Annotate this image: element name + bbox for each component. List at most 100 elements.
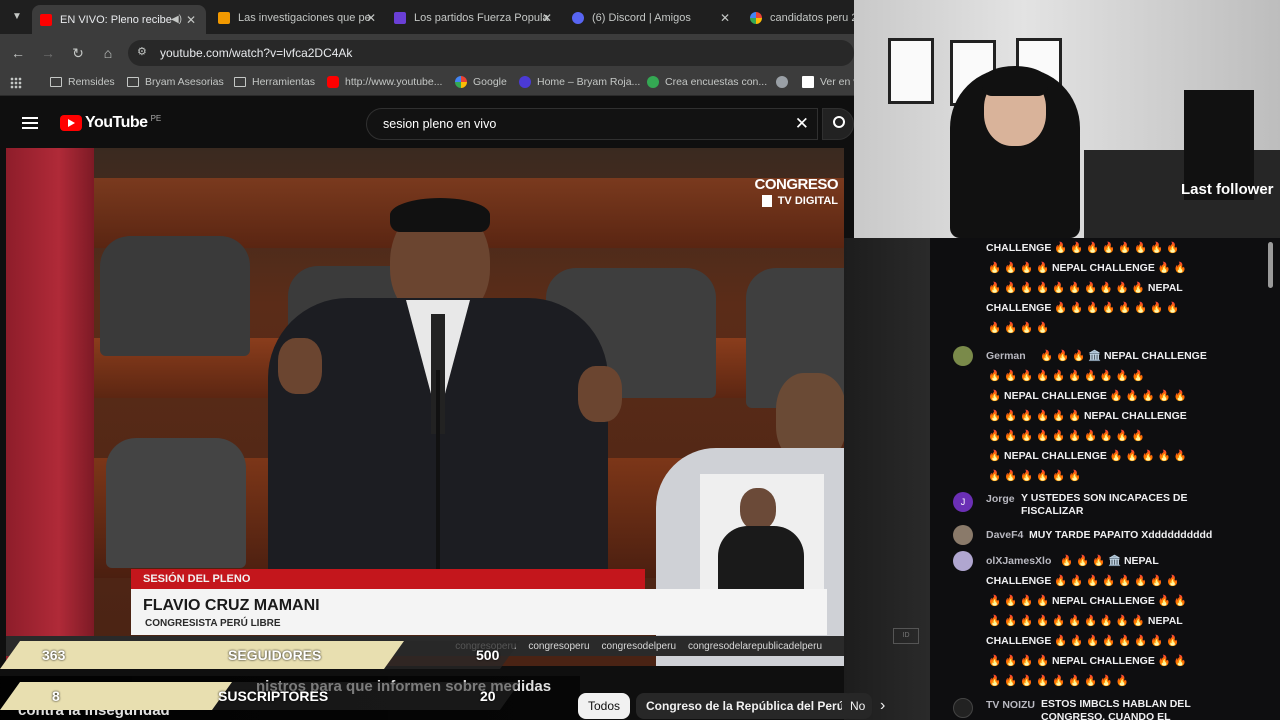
avatar [953,525,973,545]
discord-favicon-icon [572,12,584,24]
tab-discord[interactable]: (6) Discord | Amigos ✕ [572,6,730,30]
subs-goal: 20 [480,688,496,704]
close-tab-icon[interactable]: ✕ [366,11,376,25]
tab-label: (6) Discord | Amigos [592,12,691,24]
apps-grid-icon[interactable] [10,77,22,89]
tab-label: Los partidos Fuerza Popula [414,12,549,24]
chat-line: 🔥 🔥 🔥 🔥 🔥 🔥 🔥 🔥 🔥 🔥 [988,430,1145,442]
chat-line: 🔥 🔥 🔥 🔥 🔥 🔥 [988,470,1082,482]
bookmark-link[interactable]: Google [455,76,507,88]
chat-username[interactable]: German [986,346,1026,366]
bookmark-link[interactable]: Crea encuestas con... [647,76,767,88]
chat-line: 🔥 🔥 🔥 🔥 🔥 🔥 🔥 🔥 🔥 🔥 NEPAL [988,282,1183,294]
lower-third-tag: SESIÓN DEL PLENO [131,569,645,589]
chair [100,236,250,356]
bookmark-link[interactable]: Home – Bryam Roja... [519,76,640,88]
subs-label: SUSCRIPTORES [218,688,329,704]
tab-label: EN VIVO: Pleno recibe [60,13,172,26]
speaker-icon[interactable]: ◀) [171,14,182,25]
clear-search-icon[interactable]: ✕ [795,114,809,134]
chat-line: 🔥 🔥 🔥 🔥 [988,322,1050,334]
google-favicon-icon [750,12,762,24]
speaker-hand-right [578,366,622,422]
tab-label: Las investigaciones que pe [238,12,371,24]
tab-youtube-live[interactable]: EN VIVO: Pleno recibe ◀) ✕ [32,5,206,34]
chat-line: 🔥 🔥 🔥 🏛️ NEPAL [1060,555,1159,567]
bookmark-link[interactable]: http://www.youtube... [327,76,442,88]
chair [106,438,246,568]
forward-arrow-icon[interactable]: → [39,44,57,62]
site-info-icon[interactable]: ⚙ [137,45,147,58]
chip-congreso[interactable]: Congreso de la República del Perú [636,693,855,719]
chat-username[interactable]: TV NOIZU [986,698,1035,712]
youtube-favicon-icon [327,76,339,88]
subs-count: 8 [52,688,60,704]
youtube-play-icon [60,115,82,131]
followers-count: 363 [42,647,66,663]
chat-username[interactable]: olXJamesXlo [986,551,1051,571]
chat-line: 🔥 🔥 🔥 🔥 NEPAL CHALLENGE 🔥 🔥 [988,262,1187,274]
subs-goal-bar: 8 SUSCRIPTORES 20 [0,682,520,710]
reload-icon[interactable]: ↻ [69,44,87,62]
chat-line: CHALLENGE 🔥 🔥 🔥 🔥 🔥 🔥 🔥 🔥 [986,302,1180,314]
chat-line: CHALLENGE 🔥 🔥 🔥 🔥 🔥 🔥 🔥 🔥 [986,242,1180,254]
chat-line: 🔥 NEPAL CHALLENGE 🔥 🔥 🔥 🔥 🔥 [988,450,1187,462]
chat-scrollbar[interactable] [1268,242,1273,288]
webcam-overlay: Last follower [854,0,1280,238]
chip-more[interactable]: No [842,693,872,719]
close-tab-icon[interactable]: ✕ [720,11,730,25]
close-tab-icon[interactable]: ✕ [186,13,196,27]
youtube-logo[interactable]: YouTube PE [60,114,161,132]
chat-line: 🔥 🔥 🔥 🔥 🔥 🔥 🔥 🔥 🔥 [988,675,1130,687]
bookmark-folder[interactable]: Herramientas [234,76,315,88]
tab-partidos[interactable]: Los partidos Fuerza Popula ✕ [394,6,552,30]
forms-favicon-icon [647,76,659,88]
close-tab-icon[interactable]: ✕ [542,11,552,25]
red-side-panel [6,148,94,666]
speaker-role: CONGRESISTA PERÚ LIBRE [145,618,281,629]
followers-goal-bar: 363 SEGUIDORES 500 [0,641,520,669]
tab-list-dropdown[interactable]: ▼ [8,8,26,26]
folder-icon [234,77,246,87]
chat-username[interactable]: DaveF4 [986,525,1023,545]
chat-line: 🔥 🔥 🔥 🔥 🔥 🔥 🔥 🔥 🔥 🔥 [988,370,1145,382]
chat-panel[interactable]: CHALLENGE 🔥 🔥 🔥 🔥 🔥 🔥 🔥 🔥 🔥 🔥 🔥 🔥 NEPAL … [930,238,1280,720]
chat-line: 🔥 🔥 🔥 🔥 🔥 🔥 🔥 🔥 🔥 🔥 NEPAL [988,615,1183,627]
home-icon[interactable]: ⌂ [99,44,117,62]
bookmark-folder[interactable]: Bryam Asesorias [127,76,224,88]
site-favicon-icon [218,12,230,24]
hamburger-menu-icon[interactable] [22,117,38,129]
chevron-right-icon[interactable]: › [880,697,885,715]
avatar [953,346,973,366]
chat-line: 🔥 NEPAL CHALLENGE 🔥 🔥 🔥 🔥 🔥 [988,390,1187,402]
search-input[interactable]: sesion pleno en vivo ✕ [366,108,818,140]
watermark-icon: ID [893,628,919,644]
page-gutter [844,238,930,720]
subs-goal-fill [0,682,232,710]
chat-line: Y USTEDES SON INCAPACES DE FISCALIZAR [1021,492,1188,517]
chip-todos[interactable]: Todos [578,693,631,719]
site-favicon-icon [394,12,406,24]
microphone [436,370,440,570]
chat-line: MUY TARDE PAPAITO Xdddddddddd [1029,529,1213,541]
speaker-hair [390,198,490,232]
chat-line: 🔥 🔥 🔥 🔥 🔥 🔥 NEPAL CHALLENGE [988,410,1187,422]
url-text[interactable]: youtube.com/watch?v=lvfca2DC4Ak [160,46,352,60]
chat-line: 🔥 🔥 🔥 🏛️ NEPAL CHALLENGE [1040,350,1207,362]
search-button[interactable] [822,108,854,140]
followers-label: SEGUIDORES [228,647,322,663]
tab-google-search[interactable]: candidatos peru 20 [750,6,854,30]
video-player[interactable]: CONGRESO TV DIGITAL SESIÓN DEL PLENO FLA… [6,148,844,666]
folder-icon [50,77,62,87]
bookmark-folder[interactable]: Remsides [50,76,115,88]
last-follower-label: Last follower [1181,181,1274,198]
back-arrow-icon[interactable]: ← [9,44,27,62]
chat-line: 🔥 🔥 🔥 🔥 NEPAL CHALLENGE 🔥 🔥 [988,655,1187,667]
bookmark-link[interactable]: Ver en v [776,76,859,88]
speaker-name: FLAVIO CRUZ MAMANI [143,597,320,614]
avatar [953,698,973,718]
folder-icon [127,77,139,87]
chat-username[interactable]: Jorge [986,492,1015,506]
lower-third-name-box: FLAVIO CRUZ MAMANI CONGRESISTA PERÚ LIBR… [131,589,827,635]
tab-investigaciones[interactable]: Las investigaciones que pe ✕ [218,6,376,30]
